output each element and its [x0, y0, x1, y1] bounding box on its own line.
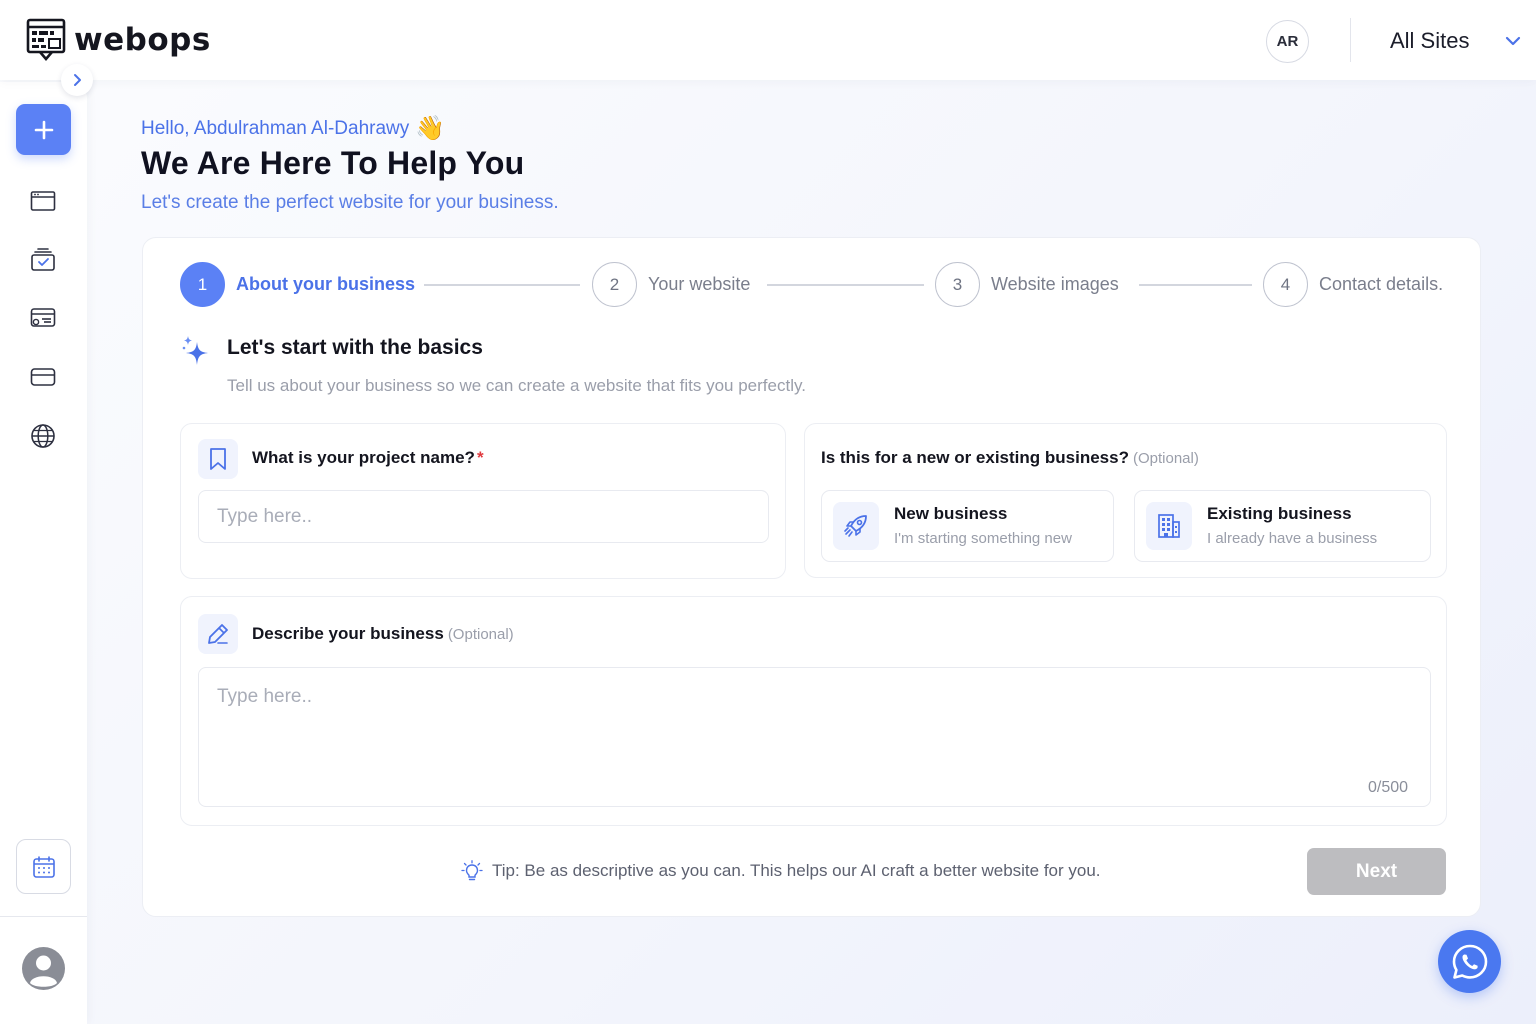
greeting-text: Hello, Abdulrahman Al-Dahrawy	[141, 118, 410, 139]
step-website-images[interactable]: 3 Website images	[935, 262, 1119, 307]
description-label-text: Describe your business	[252, 624, 444, 643]
sidebar-divider	[0, 916, 87, 917]
top-header: webops AR All Sites	[0, 0, 1536, 80]
step-number: 3	[935, 262, 980, 307]
optional-tag: (Optional)	[1132, 450, 1199, 467]
required-mark: *	[476, 448, 484, 467]
business-type-panel: Is this for a new or existing business?(…	[804, 423, 1447, 578]
building-icon-box	[1146, 502, 1192, 550]
bookmark-icon	[210, 448, 226, 470]
step-number: 2	[592, 262, 637, 307]
section-description: Tell us about your business so we can cr…	[227, 376, 806, 395]
project-name-panel: What is your project name? *	[180, 423, 786, 579]
add-site-button[interactable]	[16, 104, 71, 155]
brand-logo[interactable]: webops	[26, 18, 211, 62]
tip-text: Tip: Be as descriptive as you can. This …	[492, 861, 1101, 880]
waving-hand-icon: 👋	[415, 115, 446, 142]
business-description-textarea[interactable]	[198, 667, 1431, 807]
existing-business-option[interactable]: Existing business I already have a busin…	[1134, 490, 1431, 562]
page-subtitle: Let's create the perfect website for you…	[141, 192, 559, 213]
project-name-label-text: What is your project name?	[252, 448, 475, 467]
bookmark-icon-box	[198, 439, 238, 479]
step-label: About your business	[236, 274, 416, 294]
onboarding-card: 1 About your business 2 Your website 3 W…	[142, 237, 1481, 917]
sidebar	[0, 82, 87, 1024]
pencil-icon	[208, 624, 228, 644]
option-subtitle: I already have a business	[1207, 530, 1378, 547]
credit-card-icon[interactable]	[30, 364, 56, 390]
optional-tag: (Optional)	[447, 626, 514, 643]
rocket-icon-box	[833, 502, 879, 550]
calendar-button[interactable]	[16, 839, 71, 894]
step-connector	[1139, 284, 1252, 286]
step-connector	[767, 284, 924, 286]
project-name-input[interactable]	[198, 490, 769, 543]
user-avatar-initials[interactable]: AR	[1266, 20, 1309, 63]
greeting: Hello, Abdulrahman Al-Dahrawy 👋	[141, 117, 445, 141]
brand-name: webops	[74, 22, 211, 58]
step-label: Contact details.	[1319, 274, 1444, 294]
plus-icon	[34, 120, 53, 139]
business-type-label-text: Is this for a new or existing business?	[821, 448, 1129, 467]
description-label: Describe your business (Optional)	[252, 624, 514, 644]
globe-icon[interactable]	[30, 423, 56, 449]
step-label: Your website	[648, 274, 751, 294]
whatsapp-icon	[1452, 944, 1487, 979]
sidebar-expand-button[interactable]	[61, 64, 93, 96]
browser-window-icon[interactable]	[30, 188, 56, 214]
site-selector-label: All Sites	[1390, 28, 1470, 53]
lightbulb-icon	[461, 860, 483, 881]
step-number: 4	[1263, 262, 1308, 307]
business-type-label: Is this for a new or existing business?(…	[821, 448, 1199, 468]
option-subtitle: I'm starting something new	[894, 530, 1072, 547]
header-divider	[1350, 18, 1351, 62]
user-icon[interactable]	[22, 947, 65, 990]
sparkle-icon	[182, 336, 208, 365]
calendar-icon	[32, 855, 55, 878]
payment-card-icon[interactable]	[30, 305, 56, 331]
option-title: New business	[894, 504, 1008, 523]
rocket-icon	[844, 515, 867, 537]
checklist-icon[interactable]	[30, 247, 56, 273]
site-selector[interactable]: All Sites	[1390, 26, 1521, 56]
step-connector	[424, 284, 580, 286]
step-about-business[interactable]: 1 About your business	[180, 262, 415, 307]
chevron-down-icon	[1506, 36, 1521, 46]
step-your-website[interactable]: 2 Your website	[592, 262, 750, 307]
chevron-right-icon	[74, 74, 81, 86]
step-number: 1	[180, 262, 225, 307]
whatsapp-chat-button[interactable]	[1438, 930, 1501, 993]
section-title: Let's start with the basics	[227, 336, 483, 359]
new-business-option[interactable]: New business I'm starting something new	[821, 490, 1114, 562]
pencil-icon-box	[198, 614, 238, 654]
description-panel: Describe your business(Optional) 0/500	[180, 596, 1447, 826]
tip-message: Tip: Be as descriptive as you can. This …	[461, 860, 1101, 882]
character-counter: 0/500	[1368, 779, 1409, 796]
page-title: We Are Here To Help You	[141, 145, 525, 181]
building-icon	[1158, 514, 1180, 538]
webops-logo-icon	[26, 18, 66, 61]
step-contact-details[interactable]: 4 Contact details.	[1263, 262, 1443, 307]
next-button[interactable]: Next	[1307, 848, 1446, 895]
project-name-label: What is your project name? *	[252, 448, 484, 468]
step-label: Website images	[991, 274, 1119, 294]
option-title: Existing business	[1207, 504, 1352, 523]
